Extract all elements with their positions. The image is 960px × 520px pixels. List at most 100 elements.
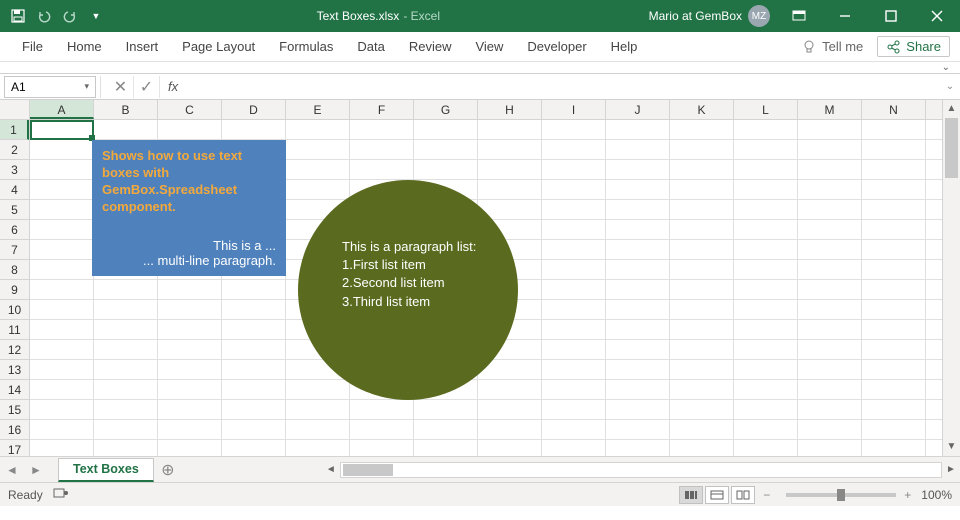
tab-view[interactable]: View [463,32,515,62]
macro-record-button[interactable] [53,486,69,503]
scroll-thumb[interactable] [343,464,393,476]
column-header[interactable]: C [158,100,222,119]
column-header[interactable]: I [542,100,606,119]
column-header[interactable]: B [94,100,158,119]
row-headers: 1 2 3 4 5 6 7 8 9 10 11 12 13 14 15 16 1… [0,120,30,456]
row-header[interactable]: 10 [0,300,29,320]
worksheet-area: A B C D E F G H I J K L M N 1 2 3 4 5 6 … [0,100,960,482]
column-header[interactable]: G [414,100,478,119]
shape-list-item: 1.First list item [342,256,478,274]
sheet-nav-prev[interactable]: ◄ [0,463,24,477]
close-button[interactable] [914,0,960,32]
status-text: Ready [8,488,43,502]
tell-me-search[interactable]: Tell me [802,39,863,54]
zoom-slider[interactable] [786,493,896,497]
formula-input[interactable] [186,76,940,98]
row-header[interactable]: 9 [0,280,29,300]
view-page-break-button[interactable] [731,486,755,504]
enter-formula-button[interactable]: ✓ [134,76,160,98]
active-cell[interactable] [30,120,94,140]
vertical-scrollbar[interactable]: ▲ ▼ [942,100,960,456]
tab-formulas[interactable]: Formulas [267,32,345,62]
collapse-ribbon-button[interactable]: ⌄ [942,62,950,73]
column-header[interactable]: H [478,100,542,119]
tab-home[interactable]: Home [55,32,114,62]
scroll-left-button[interactable]: ◄ [322,464,340,475]
row-header[interactable]: 13 [0,360,29,380]
lightbulb-icon [802,40,816,54]
signed-in-user[interactable]: Mario at GemBox [649,9,742,23]
undo-button[interactable] [32,4,56,28]
textbox-line: This is a ... [102,238,276,253]
zoom-in-button[interactable]: + [904,488,911,502]
maximize-button[interactable] [868,0,914,32]
row-header[interactable]: 15 [0,400,29,420]
tab-developer[interactable]: Developer [515,32,598,62]
zoom-out-button[interactable]: − [763,488,770,502]
ribbon-display-options-button[interactable] [776,0,822,32]
zoom-level[interactable]: 100% [921,488,952,502]
save-button[interactable] [6,4,30,28]
textbox-shape[interactable]: Shows how to use text boxes with GemBox.… [92,140,286,276]
sheet-tab-active[interactable]: Text Boxes [58,458,154,482]
redo-button[interactable] [58,4,82,28]
name-box[interactable]: A1 ▾ [4,76,96,98]
window-title-app: - Excel [403,9,440,23]
row-header[interactable]: 8 [0,260,29,280]
shape-list-item: 3.Third list item [342,293,478,311]
shape-text: This is a paragraph list: [342,238,478,256]
share-icon [886,40,900,54]
scroll-right-button[interactable]: ► [942,464,960,475]
row-header[interactable]: 7 [0,240,29,260]
expand-formula-bar-button[interactable]: ⌄ [940,81,960,92]
qat-customize-button[interactable]: ▼ [84,4,108,28]
row-header[interactable]: 2 [0,140,29,160]
select-all-button[interactable] [0,100,30,120]
horizontal-scrollbar[interactable]: ◄ ► [322,462,960,478]
row-header[interactable]: 11 [0,320,29,340]
scroll-up-button[interactable]: ▲ [943,100,960,118]
chevron-down-icon: ▾ [84,81,89,92]
row-header[interactable]: 12 [0,340,29,360]
cancel-formula-button[interactable]: ✕ [108,76,134,98]
textbox-line: ... multi-line paragraph. [102,253,276,268]
row-header[interactable]: 6 [0,220,29,240]
tab-insert[interactable]: Insert [114,32,171,62]
row-header[interactable]: 3 [0,160,29,180]
sheet-tab-bar: ◄ ► Text Boxes ⊕ ◄ ► [0,456,960,482]
row-header[interactable]: 1 [0,120,29,140]
user-avatar[interactable]: MZ [748,5,770,27]
ellipse-shape[interactable]: This is a paragraph list: 1.First list i… [298,180,518,400]
tab-data[interactable]: Data [345,32,396,62]
new-sheet-button[interactable]: ⊕ [154,460,182,480]
column-header[interactable]: A [30,100,94,119]
minimize-button[interactable] [822,0,868,32]
tab-page-layout[interactable]: Page Layout [170,32,267,62]
column-headers: A B C D E F G H I J K L M N [30,100,942,120]
column-header[interactable]: E [286,100,350,119]
column-header[interactable]: F [350,100,414,119]
scroll-down-button[interactable]: ▼ [943,438,960,456]
column-header[interactable]: K [670,100,734,119]
row-header[interactable]: 5 [0,200,29,220]
column-header[interactable]: N [862,100,926,119]
column-header[interactable]: D [222,100,286,119]
scroll-thumb[interactable] [945,118,958,178]
share-button[interactable]: Share [877,36,950,57]
tab-review[interactable]: Review [397,32,464,62]
row-header[interactable]: 4 [0,180,29,200]
tab-file[interactable]: File [10,32,55,62]
view-normal-button[interactable] [679,486,703,504]
cell-grid[interactable]: Shows how to use text boxes with GemBox.… [30,120,942,456]
row-header[interactable]: 16 [0,420,29,440]
row-header[interactable]: 14 [0,380,29,400]
view-page-layout-button[interactable] [705,486,729,504]
shape-list-item: 2.Second list item [342,274,478,292]
column-header[interactable]: M [798,100,862,119]
column-header[interactable]: L [734,100,798,119]
sheet-nav-next[interactable]: ► [24,463,48,477]
insert-function-button[interactable]: fx [160,79,186,94]
window-title-filename: Text Boxes.xlsx [317,9,400,23]
tab-help[interactable]: Help [599,32,650,62]
column-header[interactable]: J [606,100,670,119]
